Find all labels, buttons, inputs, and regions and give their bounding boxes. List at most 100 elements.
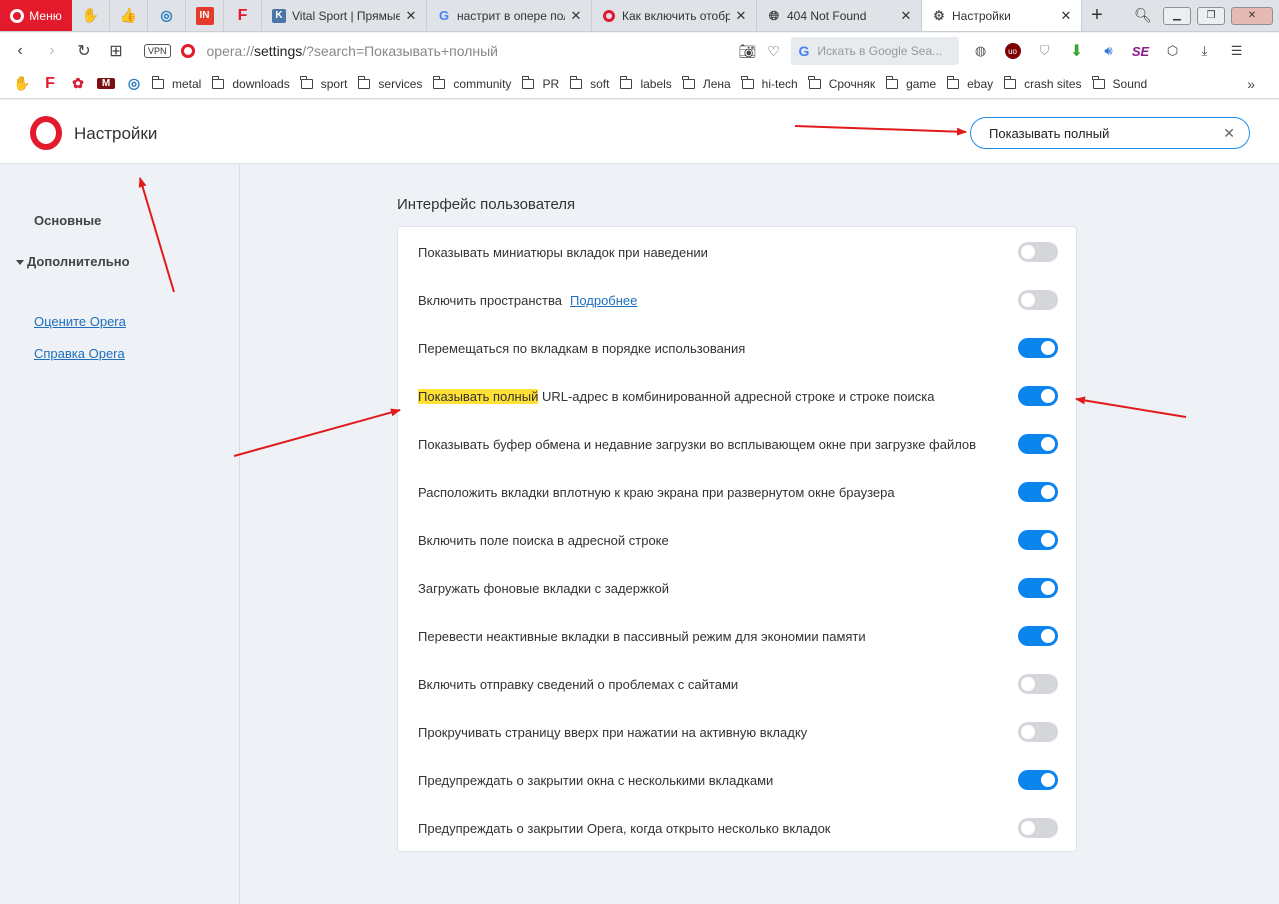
setting-label-text: Расположить вкладки вплотную к краю экра… (418, 484, 895, 500)
google-search-field[interactable]: G Искать в Google Sea... (790, 37, 959, 65)
rate-opera-link[interactable]: Оцените Opera (34, 314, 126, 329)
more-bookmarks-icon[interactable]: » (1247, 76, 1255, 92)
m-bookmark-icon[interactable]: M (97, 78, 115, 89)
bookmark-folder[interactable]: services (357, 75, 422, 91)
settings-search[interactable]: ✕ (970, 117, 1250, 149)
bookmark-label: crash sites (1024, 76, 1082, 91)
pinned-tab-in[interactable]: IN (186, 0, 224, 31)
bookmark-folder[interactable]: soft (569, 75, 610, 91)
settings-card: Показывать миниатюры вкладок при наведен… (397, 226, 1077, 852)
setting-row: Предупреждать о закрытии Opera, когда от… (418, 804, 1058, 852)
hand-bookmark-icon[interactable]: ✋ (8, 75, 36, 92)
setting-toggle[interactable] (1018, 626, 1058, 646)
setting-label: Предупреждать о закрытии Opera, когда от… (418, 821, 1018, 836)
bookmark-folder[interactable]: sport (300, 75, 347, 91)
close-tab-icon[interactable]: ✕ (404, 8, 418, 24)
download-arrow-icon[interactable]: ⬇ (1063, 40, 1091, 62)
cube-icon[interactable]: ⬡ (1159, 40, 1187, 62)
setting-row: Предупреждать о закрытии окна с нескольк… (418, 756, 1058, 804)
page-title: Настройки (74, 124, 158, 143)
setting-toggle[interactable] (1018, 290, 1058, 310)
maximize-button[interactable]: ❐ (1197, 6, 1225, 25)
setting-toggle[interactable] (1018, 770, 1058, 790)
bookmark-folder[interactable]: PR (521, 75, 559, 91)
camera-icon[interactable]: 📷︎ (737, 43, 759, 60)
vpn-badge[interactable]: VPN (144, 44, 171, 58)
extensions-bar: ◍ uo ⛉ ⬇ 🔊︎ SE ⬡ ⤓ ☰ (967, 40, 1251, 62)
globe-extension-icon[interactable]: ◍ (967, 40, 995, 62)
setting-row: Расположить вкладки вплотную к краю экра… (418, 468, 1058, 516)
folder-icon (682, 75, 695, 89)
bookmark-folder[interactable]: community (432, 75, 511, 91)
settings-search-input[interactable] (989, 125, 1224, 141)
f-bookmark-icon[interactable]: F (36, 75, 64, 93)
close-tab-icon[interactable]: ✕ (899, 8, 913, 24)
bookmark-label: downloads (232, 76, 290, 91)
pinned-tab-target[interactable]: ◎ (148, 0, 186, 31)
back-icon[interactable]: ‹ (4, 42, 36, 60)
bookmark-folder[interactable]: Срочняк (808, 75, 875, 91)
bookmark-folder[interactable]: Sound (1092, 75, 1147, 91)
speed-dial-icon[interactable]: ⊞ (100, 41, 132, 61)
tab-title: Vital Sport | Прямые т (292, 8, 400, 23)
url-field[interactable]: opera://settings/?search=Показывать+полн… (207, 43, 737, 59)
google-search-placeholder: Искать в Google Sea... (817, 44, 943, 58)
sidebar-item-advanced[interactable]: Дополнительно (16, 254, 130, 269)
setting-toggle[interactable] (1018, 818, 1058, 838)
close-window-button[interactable]: ✕ (1231, 6, 1273, 25)
clear-search-icon[interactable]: ✕ (1223, 125, 1235, 142)
bookmark-folder[interactable]: hi-tech (741, 75, 798, 91)
setting-toggle[interactable] (1018, 242, 1058, 262)
bookmark-folder[interactable]: metal (151, 75, 201, 91)
close-tab-icon[interactable]: ✕ (1059, 8, 1073, 24)
new-tab-button[interactable]: + (1082, 0, 1112, 31)
tab-vital-sport[interactable]: K Vital Sport | Прямые т ✕ (262, 0, 427, 31)
shield-extension-icon[interactable]: ⛉ (1031, 40, 1059, 62)
pinned-tab-f[interactable]: F (224, 0, 262, 31)
folder-icon (619, 75, 633, 89)
close-tab-icon[interactable]: ✕ (569, 8, 583, 24)
minimize-button[interactable]: ▁ (1163, 6, 1191, 25)
tab-search-icon[interactable]: 🔍︎ (1129, 7, 1157, 24)
opera-icon (602, 9, 616, 23)
sidebar-item-basic[interactable]: Основные (34, 213, 101, 228)
se-extension-icon[interactable]: SE (1127, 40, 1155, 62)
setting-toggle[interactable] (1018, 434, 1058, 454)
opera-help-link[interactable]: Справка Opera (34, 346, 125, 361)
bookmark-label: soft (590, 76, 610, 91)
bookmark-folder[interactable]: ebay (946, 75, 993, 91)
setting-toggle[interactable] (1018, 482, 1058, 502)
tab-settings[interactable]: ⚙ Настройки ✕ (922, 0, 1082, 31)
bookmark-folder[interactable]: labels (619, 75, 672, 91)
opera-menu-button[interactable]: Меню (0, 0, 72, 31)
setting-toggle[interactable] (1018, 386, 1058, 406)
close-tab-icon[interactable]: ✕ (734, 8, 748, 24)
bookmark-label: Лена (702, 76, 731, 91)
downloads-icon[interactable]: ⤓ (1191, 40, 1219, 62)
bookmark-folder[interactable]: game (885, 75, 936, 91)
flower-bookmark-icon[interactable]: ✿ (64, 75, 92, 92)
easy-setup-icon[interactable]: ☰ (1223, 40, 1251, 62)
setting-toggle[interactable] (1018, 338, 1058, 358)
bookmark-folder[interactable]: downloads (211, 75, 290, 91)
folder-icon (211, 75, 225, 89)
setting-toggle[interactable] (1018, 722, 1058, 742)
opera-logo-icon (10, 8, 25, 23)
ublock-icon[interactable]: uo (999, 40, 1027, 62)
tab-google-search[interactable]: G настрит в опере пол ✕ (427, 0, 592, 31)
setting-toggle[interactable] (1018, 530, 1058, 550)
pinned-tab-like[interactable]: 👍 (110, 0, 148, 31)
pinned-tab-hand[interactable]: ✋ (72, 0, 110, 31)
tab-opera-article[interactable]: Как включить отобра ✕ (592, 0, 757, 31)
bookmark-folder[interactable]: crash sites (1003, 75, 1082, 91)
tab-not-found[interactable]: 🌐︎ 404 Not Found ✕ (757, 0, 922, 31)
setting-toggle[interactable] (1018, 578, 1058, 598)
setting-toggle[interactable] (1018, 674, 1058, 694)
forward-icon[interactable]: › (36, 42, 68, 60)
heart-icon[interactable]: ♡ (763, 43, 785, 60)
learn-more-link[interactable]: Подробнее (570, 293, 637, 308)
target-bookmark-icon[interactable]: ◎ (120, 75, 148, 92)
speaker-icon[interactable]: 🔊︎ (1095, 40, 1123, 62)
reload-icon[interactable]: ↻ (68, 41, 100, 61)
bookmark-folder[interactable]: Лена (682, 75, 731, 91)
